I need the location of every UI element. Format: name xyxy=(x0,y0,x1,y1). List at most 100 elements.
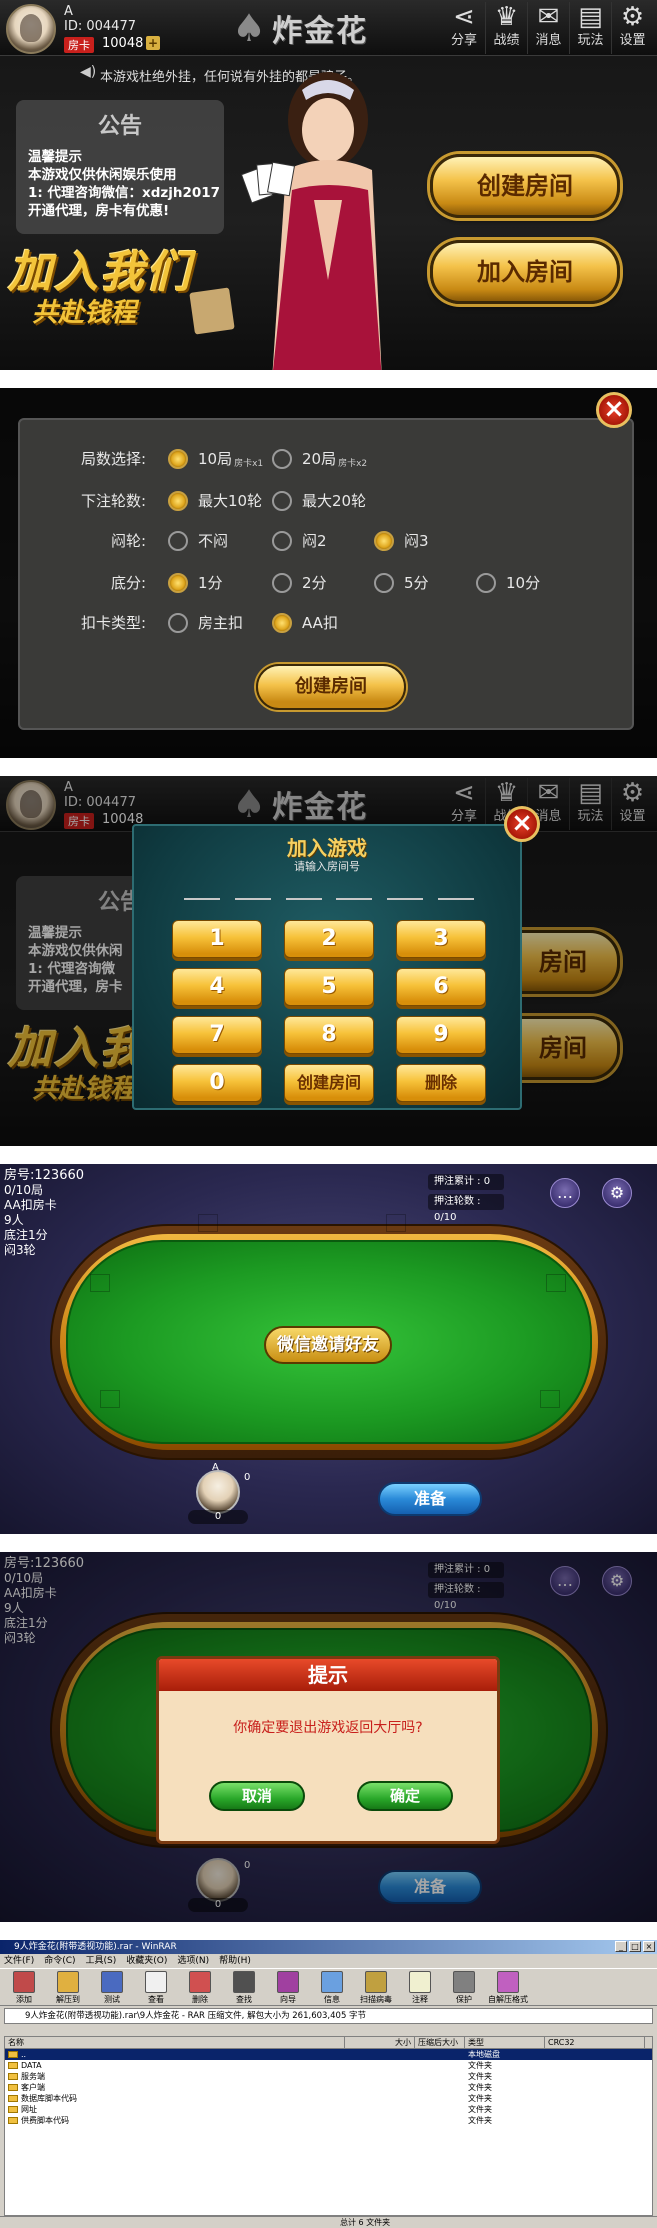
option-men-2[interactable]: 闷2 xyxy=(272,530,327,551)
nav-record-button[interactable]: ♛ 战绩 xyxy=(485,2,527,54)
path-bar[interactable]: 9人炸金花(附带透视功能).rar\9人炸金花 - RAR 压缩文件, 解包大小… xyxy=(4,2008,653,2024)
toolbar-label: 向导 xyxy=(280,1995,296,2004)
toolbar-delete[interactable]: 删除 xyxy=(180,1969,220,2005)
join-game-dialog: 加入游戏 请输入房间号 1 2 3 4 5 6 7 8 9 0 创建房间 删除 xyxy=(132,824,522,1110)
option-max-10[interactable]: 最大10轮 xyxy=(168,490,262,511)
option-10-rounds[interactable]: 10局 房卡x1 xyxy=(168,448,263,469)
toolbar-label: 添加 xyxy=(16,1995,32,2004)
option-1-point[interactable]: 1分 xyxy=(168,572,223,593)
option-20-rounds[interactable]: 20局 房卡x2 xyxy=(272,448,367,469)
create-room-button[interactable]: 创建房间 xyxy=(430,154,620,218)
key-delete[interactable]: 删除 xyxy=(396,1064,486,1102)
ready-button[interactable]: 准备 xyxy=(378,1482,482,1516)
toolbar-info[interactable]: 信息 xyxy=(312,1969,352,2005)
key-create-room[interactable]: 创建房间 xyxy=(284,1064,374,1102)
toolbar-extract[interactable]: 解压到 xyxy=(48,1969,88,2005)
list-item[interactable]: .. 本地磁盘 xyxy=(5,2049,652,2060)
radio-unselected xyxy=(168,612,188,633)
toolbar-label: 解压到 xyxy=(56,1995,80,2004)
nav-settings-button[interactable]: ⚙ 设置 xyxy=(611,2,653,54)
toolbar-test[interactable]: 测试 xyxy=(92,1969,132,2005)
add-card-button[interactable]: + xyxy=(146,36,160,50)
nav-rules-button[interactable]: ▤ 玩法 xyxy=(569,2,611,54)
logo-text: 炸金花 xyxy=(272,14,369,49)
nav-message-button[interactable]: ✉ 消息 xyxy=(527,2,569,54)
nav-label: 消息 xyxy=(535,33,562,48)
notice-line: 1: 代理咨询微信：xdzjh2017 xyxy=(28,185,221,201)
list-item[interactable]: 供费脚本代码 文件夹 xyxy=(5,2115,652,2126)
list-item[interactable]: DATA 文件夹 xyxy=(5,2060,652,2071)
menu-tools[interactable]: 工具(S) xyxy=(86,1954,117,1968)
user-name: A xyxy=(64,4,73,19)
col-type[interactable]: 类型 xyxy=(465,2037,545,2048)
list-item[interactable]: 客户端 文件夹 xyxy=(5,2082,652,2093)
confirm-create-room-button[interactable]: 创建房间 xyxy=(256,664,406,710)
item-type: 文件夹 xyxy=(468,2105,492,2114)
menu-file[interactable]: 文件(F) xyxy=(4,1954,34,1968)
key-3[interactable]: 3 xyxy=(396,920,486,958)
option-2-points[interactable]: 2分 xyxy=(272,572,327,593)
menu-help[interactable]: 帮助(H) xyxy=(219,1954,251,1968)
option-5-points[interactable]: 5分 xyxy=(374,572,429,593)
key-9[interactable]: 9 xyxy=(396,1016,486,1054)
list-item[interactable]: 服务端 文件夹 xyxy=(5,2071,652,2082)
cancel-button[interactable]: 取消 xyxy=(209,1781,305,1811)
folder-icon xyxy=(8,2062,18,2069)
toolbar-add[interactable]: 添加 xyxy=(4,1969,44,2005)
wizard-icon xyxy=(277,1971,299,1993)
toolbar-protect[interactable]: 保护 xyxy=(444,1969,484,2005)
key-8[interactable]: 8 xyxy=(284,1016,374,1054)
key-1[interactable]: 1 xyxy=(172,920,262,958)
toolbar-view[interactable]: 查看 xyxy=(136,1969,176,2005)
user-avatar[interactable] xyxy=(6,4,56,54)
toolbar-virus-scan[interactable]: 扫描病毒 xyxy=(356,1969,396,2005)
option-aa-pays[interactable]: AA扣 xyxy=(272,612,338,633)
radio-unselected xyxy=(374,572,394,593)
option-host-pays[interactable]: 房主扣 xyxy=(168,612,243,633)
key-0[interactable]: 0 xyxy=(172,1064,262,1102)
col-size[interactable]: 大小 xyxy=(345,2037,415,2048)
key-7[interactable]: 7 xyxy=(172,1016,262,1054)
col-packed[interactable]: 压缩后大小 xyxy=(415,2037,465,2048)
nav-share-button[interactable]: ⋖ 分享 xyxy=(443,2,485,54)
key-2[interactable]: 2 xyxy=(284,920,374,958)
radio-selected xyxy=(272,612,292,633)
col-crc[interactable]: CRC32 xyxy=(545,2037,645,2048)
player-score: 0 xyxy=(188,1510,248,1524)
key-4[interactable]: 4 xyxy=(172,968,262,1006)
file-list: 名称 大小 压缩后大小 类型 CRC32 .. 本地磁盘 DATA 文件夹 服务端文… xyxy=(4,2036,653,2216)
radio-unselected xyxy=(272,448,292,469)
gear-icon[interactable]: ⚙ xyxy=(602,1178,632,1208)
invite-friends-button[interactable]: 微信邀请好友 xyxy=(264,1326,392,1364)
toolbar-find[interactable]: 查找 xyxy=(224,1969,264,2005)
status-text: 总计 6 文件夹 xyxy=(340,2218,391,2227)
key-6[interactable]: 6 xyxy=(396,968,486,1006)
option-cost: 房卡x2 xyxy=(338,459,368,469)
room-code-input[interactable] xyxy=(184,878,474,900)
toolbar-comment[interactable]: 注释 xyxy=(400,1969,440,2005)
col-name[interactable]: 名称 xyxy=(5,2037,345,2048)
dialog-message: 你确定要退出游戏返回大厅吗? xyxy=(233,1720,423,1736)
chat-icon[interactable]: … xyxy=(550,1178,580,1208)
key-5[interactable]: 5 xyxy=(284,968,374,1006)
minimize-button[interactable]: _ xyxy=(615,1941,627,1952)
maximize-button[interactable]: □ xyxy=(629,1941,641,1952)
list-item[interactable]: 网址 文件夹 xyxy=(5,2104,652,2115)
option-men-3[interactable]: 闷3 xyxy=(374,530,429,551)
option-10-points[interactable]: 10分 xyxy=(476,572,540,593)
option-label: 10局 xyxy=(198,450,233,468)
menu-commands[interactable]: 命令(C) xyxy=(44,1954,75,1968)
list-item[interactable]: 数据库脚本代码 文件夹 xyxy=(5,2093,652,2104)
toolbar-sfx[interactable]: 自解压格式 xyxy=(488,1969,528,2005)
menu-options[interactable]: 选项(N) xyxy=(177,1954,209,1968)
join-room-button[interactable]: 加入房间 xyxy=(430,240,620,304)
close-settings-button[interactable]: × xyxy=(596,392,632,428)
option-max-20[interactable]: 最大20轮 xyxy=(272,490,366,511)
close-window-button[interactable]: × xyxy=(643,1941,655,1952)
option-no-men[interactable]: 不闷 xyxy=(168,530,228,551)
menu-favorites[interactable]: 收藏夹(O) xyxy=(126,1954,167,1968)
notice-title: 公告 xyxy=(97,114,142,139)
toolbar-wizard[interactable]: 向导 xyxy=(268,1969,308,2005)
close-join-dialog-button[interactable]: × xyxy=(504,806,540,842)
ok-button[interactable]: 确定 xyxy=(357,1781,453,1811)
